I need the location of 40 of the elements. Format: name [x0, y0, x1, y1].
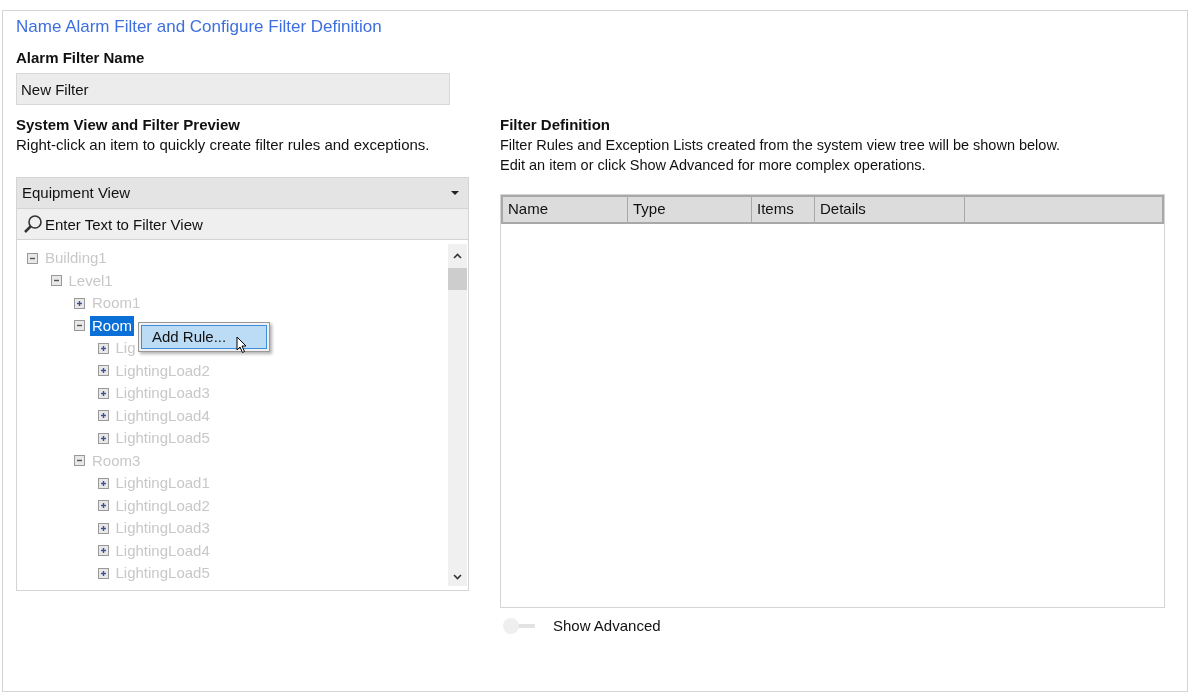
column-header[interactable]: Name [503, 197, 628, 222]
expand-icon[interactable] [97, 432, 109, 444]
column-header[interactable]: Type [628, 197, 752, 222]
collapse-icon[interactable] [27, 252, 38, 264]
expand-icon[interactable] [97, 545, 109, 557]
menu-item[interactable]: Add Rule... [141, 325, 267, 349]
hint-text: Right-click an item to quickly create filter rules and exceptions. [16, 135, 431, 155]
section-heading: Filter Definition [500, 115, 611, 135]
page-title: Name Alarm Filter and Configure Filter Definition [16, 16, 383, 38]
column-header[interactable]: Items [752, 197, 815, 222]
expand-icon[interactable] [97, 410, 109, 422]
field-label: Alarm Filter Name [16, 48, 146, 68]
cursor-icon [236, 336, 248, 354]
search-icon [23, 214, 43, 234]
hint-text: Edit an item or click Show Advanced for more complex operations. [500, 156, 927, 175]
toggle-label: Show Advanced [553, 616, 661, 636]
scrollbar[interactable] [448, 244, 467, 586]
scroll-up-icon [453, 253, 462, 259]
collapse-icon[interactable] [74, 320, 85, 332]
collapse-icon[interactable] [74, 455, 85, 467]
tree-item[interactable]: Room [90, 315, 134, 336]
section-heading: System View and Filter Preview [16, 115, 241, 135]
expand-icon[interactable] [97, 567, 109, 579]
hint-text: Filter Rules and Exception Lists created from the system view tree will be shown below. [500, 136, 1062, 155]
expand-icon[interactable] [97, 500, 109, 512]
scrollbar-thumb[interactable] [448, 268, 467, 290]
search-field[interactable]: Enter Text to Filter View [17, 209, 468, 239]
expand-icon[interactable] [97, 387, 109, 399]
collapse-icon[interactable] [50, 275, 62, 287]
expand-icon[interactable] [97, 342, 109, 354]
filter-name-field[interactable]: New Filter [16, 73, 450, 105]
dropdown-arrow-icon [451, 191, 459, 195]
column-header[interactable]: Details [815, 197, 965, 222]
expand-icon[interactable] [74, 297, 85, 309]
expand-icon[interactable] [97, 477, 109, 489]
scroll-down-icon [453, 574, 462, 580]
expand-icon[interactable] [97, 522, 109, 534]
expand-icon[interactable] [97, 365, 109, 377]
view-dropdown[interactable]: Equipment View [17, 178, 468, 208]
toggle-switch[interactable] [503, 618, 537, 634]
